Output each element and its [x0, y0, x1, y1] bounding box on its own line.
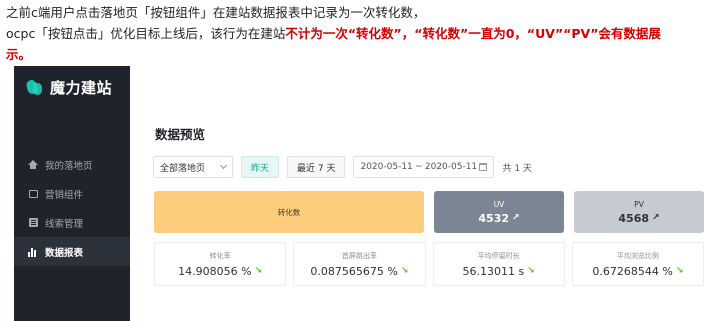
metric-value-row: 56.13011 s ↘ — [462, 265, 534, 278]
note-line-1: 之前c端用户点击落地页「按钮组件」在建站数据报表中记录为一次转化数， — [6, 5, 426, 20]
uv-label: UV — [493, 199, 505, 209]
calendar-icon — [479, 163, 488, 171]
uv-value: 4532 — [478, 211, 510, 225]
pv-card[interactable]: PV 4568 ↗ — [574, 191, 704, 233]
pv-value: 4568 — [618, 211, 650, 225]
conversion-card[interactable]: 转化数 — [154, 191, 424, 233]
sidebar-item-landing-pages[interactable]: 我的落地页 — [14, 150, 130, 179]
pv-label: PV — [634, 199, 644, 209]
trend-up-icon: ↘ — [527, 266, 535, 276]
sidebar: 魔力建站 我的落地页 营销组件 线索管理 数据报表 — [14, 66, 130, 321]
metric-value: 0.087565675 % — [310, 264, 398, 278]
metric-label: 转化率 — [209, 251, 231, 260]
day-count: 共 1 天 — [502, 163, 532, 174]
uv-value-row: 4532 ↗ — [478, 212, 519, 225]
note-line-2-highlight: 不计为一次“转化数”，“转化数”一直为0，“UV”“PV”会有数据展 — [285, 26, 661, 41]
sidebar-item-components[interactable]: 营销组件 — [14, 179, 130, 208]
metric-label: 平均浏览比例 — [616, 251, 659, 260]
metric-bounce-rate: 首屏跳出率 0.087565675 % ↘ — [293, 242, 426, 286]
home-icon — [28, 160, 38, 170]
note-line-3: 示。 — [6, 44, 708, 65]
arrow-up-right-icon: ↗ — [512, 213, 520, 223]
date-end: 2020-05-11 — [424, 162, 478, 172]
trend-up-icon: ↘ — [675, 266, 684, 276]
sidebar-item-data-report[interactable]: 数据报表 — [14, 237, 130, 266]
metric-label: 平均停留时长 — [477, 251, 520, 260]
date-separator: ~ — [415, 162, 423, 172]
sidebar-item-label: 我的落地页 — [45, 160, 93, 172]
metric-conversion-rate: 转化率 14.908056 % ↘ — [154, 242, 287, 286]
logo-icon — [25, 78, 44, 96]
annotation-text: 之前c端用户点击落地页「按钮组件」在建站数据报表中记录为一次转化数， ocpc「… — [6, 2, 708, 65]
pv-value-row: 4568 ↗ — [618, 212, 659, 225]
note-line-2-prefix: ocpc「按钮点击」优化目标上线后，该行为在建站 — [6, 26, 286, 41]
metric-avg-duration: 平均停留时长 56.13011 s ↘ — [432, 242, 565, 286]
logo[interactable]: 魔力建站 — [25, 76, 113, 98]
metric-value: 56.13011 s — [462, 264, 525, 278]
metric-label: 首屏跳出率 — [341, 251, 377, 260]
conversion-label: 转化数 — [277, 207, 301, 217]
metric-value-row: 0.087565675 % ↘ — [310, 265, 408, 278]
app-window: 魔力建站 我的落地页 营销组件 线索管理 数据报表 数据预览 全部落地页 昨天 … — [14, 66, 712, 321]
sidebar-item-clues[interactable]: 线索管理 — [14, 208, 130, 237]
landing-page-select[interactable]: 全部落地页 — [153, 156, 233, 178]
trend-up-icon: ↘ — [400, 266, 409, 276]
yesterday-button[interactable]: 昨天 — [241, 156, 280, 178]
note-line-2: ocpc「按钮点击」优化目标上线后，该行为在建站不计为一次“转化数”，“转化数”… — [6, 23, 708, 44]
filter-bar: 全部落地页 昨天 最近 7 天 2020-05-11 ~ 2020-05-11 … — [153, 156, 532, 178]
chevron-down-icon — [219, 161, 228, 170]
main-content: 数据预览 全部落地页 昨天 最近 7 天 2020-05-11 ~ 2020-0… — [130, 66, 712, 321]
arrow-up-right-icon: ↗ — [652, 213, 660, 223]
last-7-days-button[interactable]: 最近 7 天 — [287, 156, 346, 178]
sidebar-item-label: 线索管理 — [45, 218, 84, 230]
sidebar-nav: 我的落地页 营销组件 线索管理 数据报表 — [14, 150, 130, 266]
logo-text: 魔力建站 — [50, 78, 113, 97]
component-icon — [28, 189, 38, 199]
sidebar-item-label: 营销组件 — [45, 189, 84, 201]
date-start: 2020-05-11 — [360, 162, 413, 172]
metric-avg-scroll: 平均浏览比例 0.67268544 % ↘ — [571, 242, 704, 286]
metric-value: 14.908056 % — [178, 264, 252, 278]
note-line-3-highlight: 示。 — [6, 47, 32, 62]
landing-page-select-value: 全部落地页 — [160, 163, 206, 174]
clue-icon — [28, 218, 38, 228]
metric-value: 0.67268544 % — [592, 264, 673, 278]
date-range-picker[interactable]: 2020-05-11 ~ 2020-05-11 — [353, 156, 495, 178]
sidebar-item-label: 数据报表 — [45, 247, 84, 259]
metric-value-row: 0.67268544 % ↘ — [592, 265, 683, 278]
uv-card[interactable]: UV 4532 ↗ — [434, 191, 564, 233]
page-title: 数据预览 — [155, 127, 206, 142]
trend-up-icon: ↘ — [254, 266, 263, 276]
metrics-row: 转化率 14.908056 % ↘ 首屏跳出率 0.087565675 % ↘ 平均… — [154, 242, 704, 286]
metric-value-row: 14.908056 % ↘ — [178, 265, 262, 278]
bar-chart-icon — [28, 247, 38, 257]
